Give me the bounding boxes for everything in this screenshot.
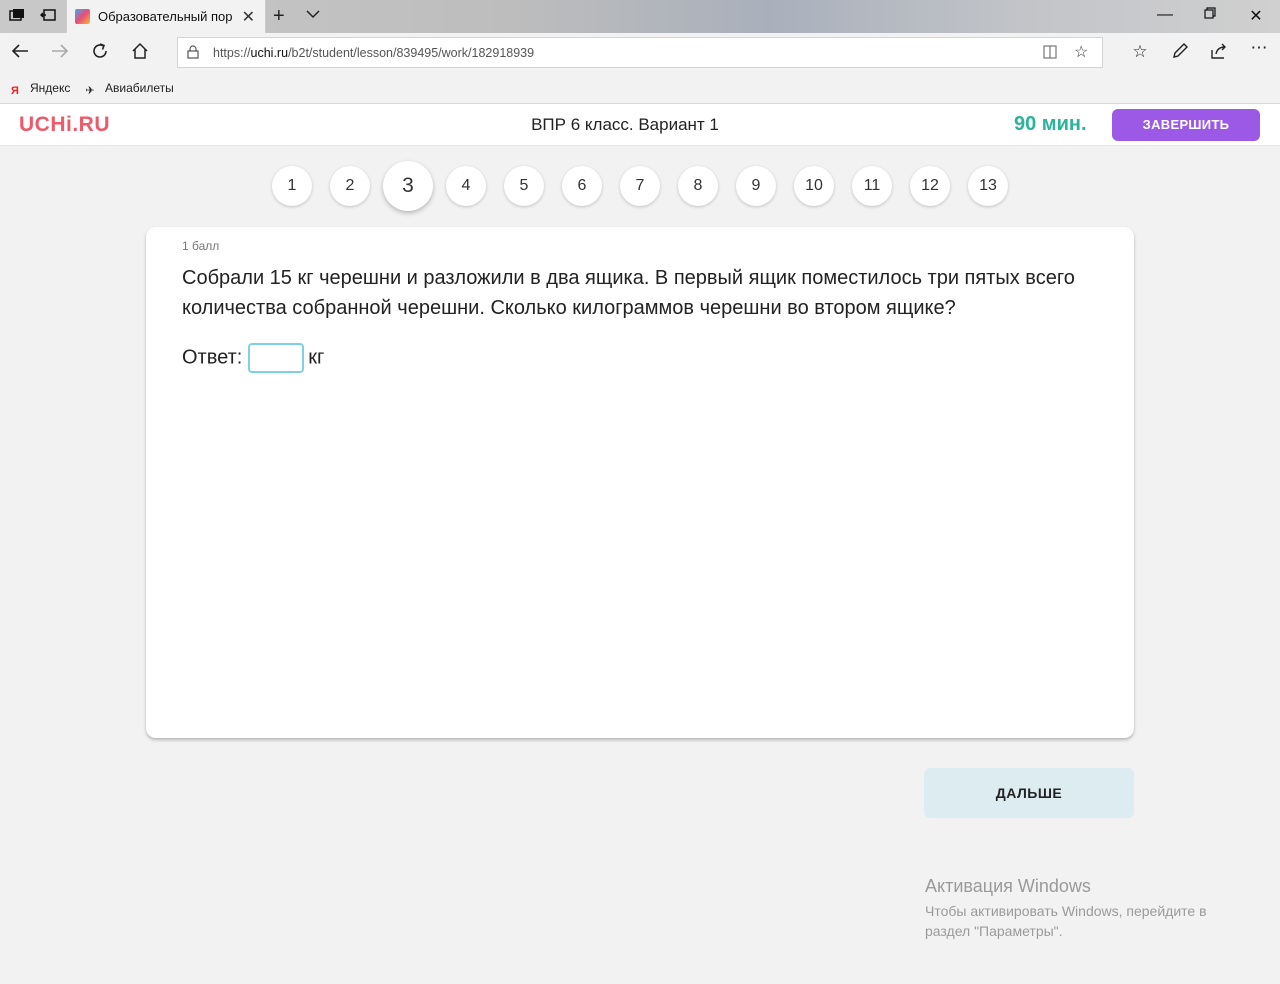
task-points: 1 балл — [182, 239, 220, 253]
tab-preview-icon[interactable] — [39, 8, 57, 24]
new-tab-icon[interactable]: + — [273, 5, 285, 28]
refresh-icon[interactable] — [89, 42, 111, 64]
favorite-item-avia[interactable]: ✈ Авиабилеты — [83, 81, 174, 98]
page-header: UCHi.RU ВПР 6 класс. Вариант 1 90 мин. З… — [0, 104, 1280, 146]
url-prefix: https:// — [213, 46, 251, 60]
question-12-button[interactable]: 12 — [910, 166, 950, 206]
windows-activation-watermark: Активация Windows Чтобы активировать Win… — [925, 876, 1235, 941]
pen-notes-icon[interactable] — [1169, 42, 1191, 65]
question-5-button[interactable]: 5 — [504, 166, 544, 206]
watermark-title: Активация Windows — [925, 876, 1091, 896]
url-path: /b2t/student/lesson/839495/work/18291893… — [288, 46, 535, 60]
back-arrow-icon[interactable] — [9, 42, 31, 64]
yandex-icon: Я — [11, 85, 19, 97]
favorite-item-yandex[interactable]: Я Яндекс — [8, 81, 70, 98]
task-question-text: Собрали 15 кг черешни и разложили в два … — [182, 267, 1075, 319]
browser-tab-active[interactable]: Образовательный пор ✕ — [66, 0, 266, 33]
home-icon[interactable] — [129, 42, 151, 64]
restore-icon[interactable] — [1200, 6, 1220, 24]
favorite-star-icon[interactable]: ☆ — [1074, 42, 1088, 62]
question-9-button[interactable]: 9 — [736, 166, 776, 206]
favorites-bar: Я Яндекс ✈ Авиабилеты — [0, 73, 1280, 104]
question-3-button[interactable]: 3 — [383, 161, 433, 211]
tab-list-chevron-icon[interactable] — [306, 6, 320, 22]
finish-button[interactable]: ЗАВЕРШИТЬ — [1112, 109, 1260, 141]
answer-unit: кг — [308, 346, 325, 369]
answer-row: Ответ: кг — [182, 343, 324, 373]
more-menu-icon[interactable]: ⋯ — [1248, 38, 1270, 58]
favorite-label: Авиабилеты — [105, 81, 174, 95]
airplane-icon: ✈ — [85, 85, 95, 97]
tab-close-icon[interactable]: ✕ — [242, 7, 255, 27]
question-13-button[interactable]: 13 — [968, 166, 1008, 206]
question-10-button[interactable]: 10 — [794, 166, 834, 206]
answer-input[interactable] — [248, 343, 305, 373]
question-navigation: 1 2 3 4 5 6 7 8 9 10 11 12 13 — [0, 161, 1280, 214]
address-bar[interactable]: https://uchi.ru/b2t/student/lesson/83949… — [177, 37, 1103, 68]
timer: 90 мин. — [1014, 113, 1087, 135]
watermark-subtitle: Чтобы активировать Windows, перейдите в … — [925, 903, 1207, 939]
browser-titlebar: Образовательный пор ✕ + — ✕ — [0, 0, 1280, 33]
question-7-button[interactable]: 7 — [620, 166, 660, 206]
share-icon[interactable] — [1208, 42, 1230, 65]
question-11-button[interactable]: 11 — [852, 166, 892, 206]
url-host: uchi.ru — [250, 46, 289, 60]
question-8-button[interactable]: 8 — [678, 166, 718, 206]
forward-arrow-icon[interactable] — [49, 42, 71, 64]
answer-label: Ответ: — [182, 346, 243, 369]
lock-icon — [187, 45, 199, 59]
favorite-label: Яндекс — [30, 81, 71, 95]
question-1-button[interactable]: 1 — [272, 166, 312, 206]
reading-view-icon[interactable] — [1042, 44, 1058, 65]
question-4-button[interactable]: 4 — [446, 166, 486, 206]
question-6-button[interactable]: 6 — [562, 166, 602, 206]
close-window-icon[interactable]: ✕ — [1246, 6, 1266, 26]
question-2-button[interactable]: 2 — [330, 166, 370, 206]
tab-title: Образовательный пор — [98, 9, 233, 24]
browser-toolbar: https://uchi.ru/b2t/student/lesson/83949… — [0, 33, 1280, 73]
url-text[interactable]: https://uchi.ru/b2t/student/lesson/83949… — [213, 46, 534, 60]
site-favicon-icon — [75, 9, 90, 24]
tab-set-aside-icon[interactable] — [8, 8, 26, 24]
favorites-list-icon[interactable]: ☆ — [1129, 42, 1151, 62]
task-card: 1 балл Собрали 15 кг черешни и разложили… — [146, 227, 1134, 738]
next-button[interactable]: ДАЛЬШЕ — [924, 768, 1134, 818]
minimize-icon[interactable]: — — [1155, 6, 1175, 24]
